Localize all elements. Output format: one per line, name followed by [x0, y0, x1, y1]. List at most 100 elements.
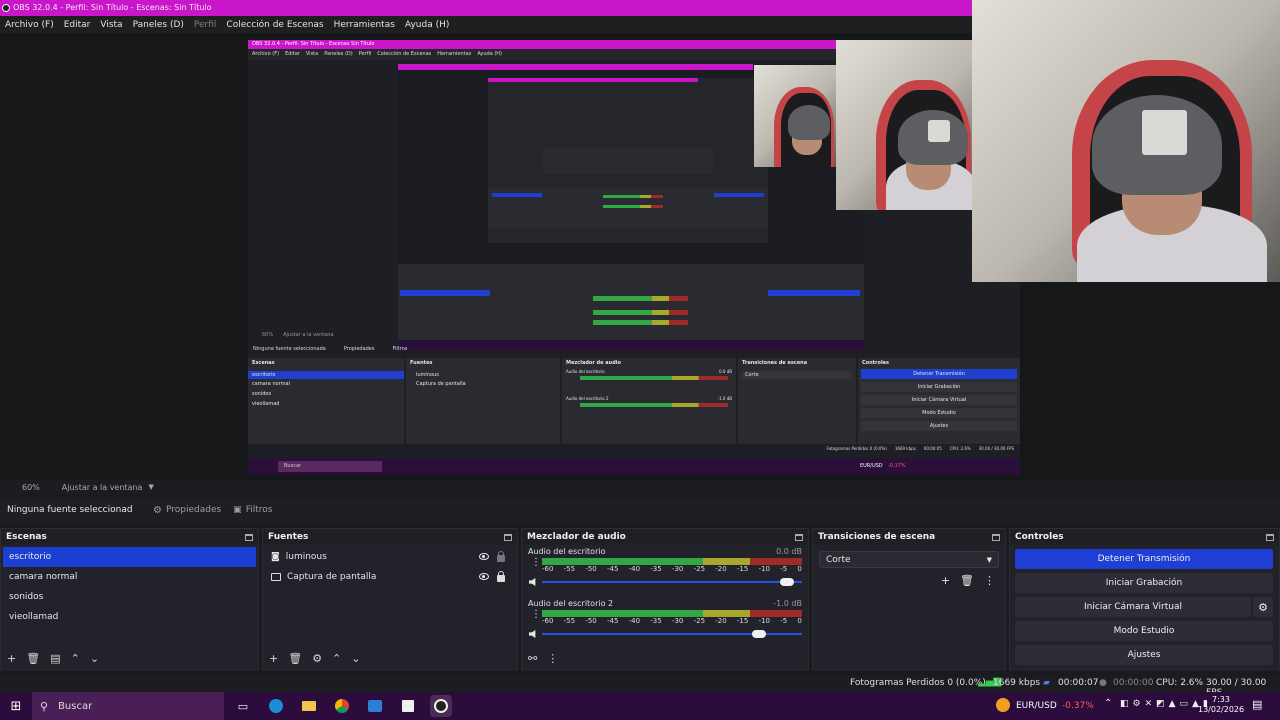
chevron-down-icon[interactable]: ⌄ — [90, 652, 99, 665]
visibility-eye-icon[interactable] — [479, 552, 489, 560]
nested-transition: Corte — [742, 371, 852, 379]
nested-scene: vieollamad — [252, 401, 280, 407]
menu-tools[interactable]: Herramientas — [329, 20, 400, 30]
undock-icon[interactable] — [245, 533, 253, 541]
menu-profile[interactable]: Perfil — [189, 20, 222, 30]
nested-transitions-header: Transiciones de escena — [742, 360, 808, 366]
gear-icon: ⚙ — [1258, 600, 1268, 614]
filters-button[interactable]: ▣ Filtros — [227, 500, 278, 520]
task-view-icon[interactable]: ▭ — [232, 695, 254, 717]
menu-view[interactable]: Vista — [95, 20, 127, 30]
tick: -60 — [542, 565, 554, 573]
lock-icon[interactable] — [497, 550, 505, 562]
studio-mode-button[interactable]: Modo Estudio — [1015, 621, 1273, 641]
zoom-level[interactable]: 60% — [22, 483, 40, 492]
undock-icon[interactable] — [992, 533, 1000, 541]
menu-edit[interactable]: Editar — [59, 20, 96, 30]
nested-scene: sonidos — [252, 391, 272, 397]
volume-slider[interactable] — [542, 578, 802, 586]
kebab-menu-icon[interactable]: ⋮ — [547, 652, 558, 665]
nested-control: Detener Transmisión — [861, 369, 1017, 379]
window-title: OBS 32.0.4 - Perfil: Sin Título - Escena… — [13, 3, 212, 12]
trash-icon[interactable]: 🗑 — [26, 652, 40, 665]
tick: -45 — [606, 565, 619, 573]
transition-select[interactable]: Corte ▼ — [819, 551, 999, 568]
obs-logo-icon — [2, 4, 10, 12]
undock-icon[interactable] — [504, 533, 512, 541]
chevron-up-icon[interactable]: ⌃ — [332, 652, 341, 665]
file-explorer-icon[interactable] — [298, 695, 320, 717]
chrome-icon[interactable] — [331, 695, 353, 717]
tick: -10 — [758, 617, 770, 625]
scene-item[interactable]: escritorio — [3, 547, 256, 567]
scene-item[interactable]: vieollamad — [3, 607, 256, 627]
menu-docks[interactable]: Paneles (D) — [128, 20, 189, 30]
add-icon[interactable]: + — [269, 652, 278, 665]
menu-help[interactable]: Ayuda (H) — [400, 20, 454, 30]
nested-source: Captura de pantalla — [416, 381, 466, 387]
source-item[interactable]: Captura de pantalla — [263, 567, 517, 587]
tick: -35 — [650, 565, 662, 573]
channel-db: -1.0 dB — [773, 599, 802, 608]
settings-button[interactable]: Ajustes — [1015, 645, 1273, 665]
volume-slider-knob[interactable] — [780, 578, 795, 586]
source-item[interactable]: ◙ luminous — [263, 547, 517, 567]
obs-icon[interactable] — [430, 695, 452, 717]
trash-icon[interactable]: 🗑 — [288, 652, 302, 665]
transitions-dock: Transiciones de escena Corte ▼ + 🗑 ⋮ — [812, 528, 1006, 670]
taskbar-search-box[interactable]: ⚲ Buscar — [32, 692, 224, 720]
undock-icon[interactable] — [1266, 533, 1274, 541]
camera-icon: ◙ — [271, 552, 280, 562]
menu-file[interactable]: Archivo (F) — [0, 20, 59, 30]
kebab-menu-icon[interactable]: ⋮ — [531, 609, 541, 620]
filter-icon[interactable]: ▤ — [50, 652, 60, 665]
add-icon[interactable]: + — [7, 652, 16, 665]
zoom-fit[interactable]: Ajustar a la ventana — [62, 483, 143, 492]
edge-icon[interactable] — [265, 695, 287, 717]
scenes-title: Escenas — [6, 532, 47, 542]
scene-item[interactable]: sonidos — [3, 587, 256, 607]
add-icon[interactable]: + — [941, 574, 950, 587]
start-virtual-camera-button[interactable]: Iniciar Cámara Virtual — [1015, 597, 1251, 617]
scenes-dock: Escenas escritorio camara normal sonidos… — [0, 528, 259, 670]
chevron-down-icon[interactable]: ⌄ — [351, 652, 360, 665]
tray-chevron-up-icon[interactable]: ⌃ — [1104, 698, 1112, 709]
nested-control: Modo Estudio — [861, 408, 1017, 418]
kebab-menu-icon[interactable]: ⋮ — [984, 574, 995, 587]
lock-icon[interactable] — [497, 570, 505, 582]
cpu-usage: CPU: 2.6% — [1156, 678, 1204, 688]
store-icon[interactable] — [397, 695, 419, 717]
webcam-source-small — [754, 65, 836, 167]
channel-name: Audio del escritorio — [528, 547, 606, 556]
visibility-eye-icon[interactable] — [479, 572, 489, 580]
clock-time[interactable]: 7:33 — [1212, 695, 1230, 704]
start-recording-button[interactable]: Iniciar Grabación — [1015, 573, 1273, 593]
gear-icon[interactable]: ⚙ — [312, 652, 322, 665]
clock-date[interactable]: 13/02/2026 — [1198, 705, 1244, 714]
nested-statusbar: Fotogramas Perdidos 0 (0.0%) 1669 kbps 0… — [248, 446, 1020, 456]
nested-filters: Filtros — [392, 346, 408, 352]
stop-streaming-button[interactable]: Detener Transmisión — [1015, 549, 1273, 569]
link-icon[interactable]: ⚯ — [528, 652, 537, 665]
stream-icon: ▰ — [1043, 678, 1050, 688]
monitor-icon — [271, 573, 281, 581]
scene-item[interactable]: camara normal — [3, 567, 256, 587]
volume-slider-knob[interactable] — [751, 630, 766, 638]
chevron-down-icon[interactable]: ▼ — [148, 483, 153, 491]
outlook-icon[interactable] — [364, 695, 386, 717]
tick: -50 — [585, 617, 597, 625]
volume-slider[interactable] — [542, 630, 802, 638]
speaker-icon[interactable] — [529, 578, 536, 586]
trash-icon[interactable]: 🗑 — [960, 574, 974, 587]
menu-scene-collection[interactable]: Colección de Escenas — [221, 20, 328, 30]
virtual-camera-settings-button[interactable]: ⚙ — [1253, 597, 1273, 617]
nested-cpu: CPU: 2.6% — [949, 446, 971, 451]
nested-zoombar: 60% Ajustar a la ventana — [248, 332, 1020, 342]
undock-icon[interactable] — [795, 533, 803, 541]
kebab-menu-icon[interactable]: ⋮ — [531, 557, 541, 568]
notification-icon[interactable]: ▤ — [1252, 698, 1262, 711]
properties-button[interactable]: ⚙ Propiedades — [147, 500, 227, 520]
chevron-up-icon[interactable]: ⌃ — [71, 652, 80, 665]
speaker-icon[interactable] — [529, 630, 536, 638]
windows-start-icon[interactable]: ⊞ — [0, 692, 32, 720]
